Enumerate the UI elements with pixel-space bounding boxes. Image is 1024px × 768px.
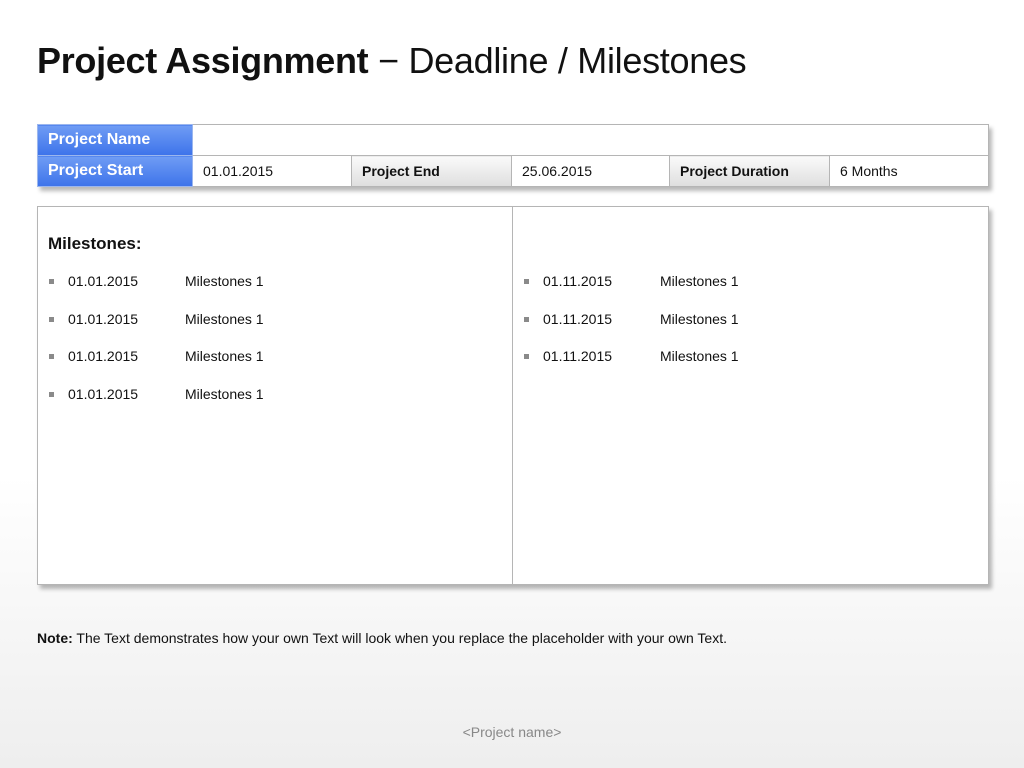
project-duration-value[interactable]: 6 Months [828, 155, 990, 187]
milestone-label: Milestones 1 [185, 385, 264, 402]
project-start-value[interactable]: 01.01.2015 [192, 155, 352, 187]
milestone-date: 01.01.2015 [68, 273, 139, 289]
milestone-date: 01.11.2015 [543, 310, 613, 327]
project-duration-label: Project Duration [669, 155, 830, 187]
milestone-label: Milestones 1 [185, 348, 264, 364]
milestone-label: Milestones 1 [660, 273, 739, 289]
project-info-table: Project Name Project Start 01.01.2015 Pr… [37, 124, 990, 187]
square-bullet-icon [49, 279, 54, 284]
project-name-label: Project Name [37, 124, 193, 156]
milestone-item[interactable]: 01.01.2015 Milestones 1 [48, 273, 264, 311]
milestones-right-column: 01.11.2015 Milestones 1 01.11.2015 Miles… [513, 207, 988, 584]
milestone-label: Milestones 1 [660, 310, 739, 327]
page-title: Project Assignment − Deadline / Mileston… [37, 40, 747, 82]
milestones-right-list: 01.11.2015 Milestones 1 01.11.2015 Miles… [523, 273, 739, 386]
milestone-item[interactable]: 01.11.2015 Milestones 1 [523, 273, 739, 311]
milestone-item[interactable]: 01.11.2015 Milestones 1 [523, 348, 739, 386]
milestone-item[interactable]: 01.01.2015 Milestones 1 [48, 386, 264, 424]
milestone-label: Milestones 1 [185, 273, 264, 289]
milestones-left-column: Milestones: 01.01.2015 Milestones 1 01.0… [38, 207, 513, 584]
milestone-date: 01.11.2015 [543, 273, 613, 289]
project-name-value[interactable] [191, 124, 990, 156]
project-name-row: Project Name [37, 124, 990, 156]
milestone-item[interactable]: 01.01.2015 Milestones 1 [48, 311, 264, 349]
milestone-date: 01.11.2015 [543, 348, 613, 364]
milestone-date: 01.01.2015 [68, 385, 139, 402]
milestones-left-list: 01.01.2015 Milestones 1 01.01.2015 Miles… [48, 273, 264, 423]
milestone-date: 01.01.2015 [68, 310, 139, 327]
milestones-heading: Milestones: [48, 234, 142, 253]
note-text: Note: The Text demonstrates how your own… [37, 630, 727, 646]
square-bullet-icon [524, 279, 529, 284]
milestone-item[interactable]: 01.11.2015 Milestones 1 [523, 311, 739, 349]
project-dates-row: Project Start 01.01.2015 Project End 25.… [37, 155, 990, 187]
title-bold: Project Assignment [37, 40, 369, 81]
project-start-label: Project Start [37, 155, 193, 187]
square-bullet-icon [49, 316, 54, 322]
milestone-label: Milestones 1 [185, 310, 264, 327]
square-bullet-icon [524, 316, 529, 322]
square-bullet-icon [49, 354, 54, 359]
square-bullet-icon [49, 391, 54, 397]
milestone-item[interactable]: 01.01.2015 Milestones 1 [48, 348, 264, 386]
note-body: The Text demonstrates how your own Text … [72, 630, 727, 646]
project-end-label: Project End [351, 155, 512, 187]
project-end-value[interactable]: 25.06.2015 [511, 155, 670, 187]
footer-project-name: <Project name> [462, 724, 562, 740]
milestones-panel: Milestones: 01.01.2015 Milestones 1 01.0… [37, 206, 989, 585]
note-label: Note: [37, 630, 73, 646]
milestone-label: Milestones 1 [660, 348, 739, 364]
square-bullet-icon [524, 354, 529, 359]
milestone-date: 01.01.2015 [68, 348, 139, 364]
title-rest: − Deadline / Milestones [368, 40, 747, 81]
